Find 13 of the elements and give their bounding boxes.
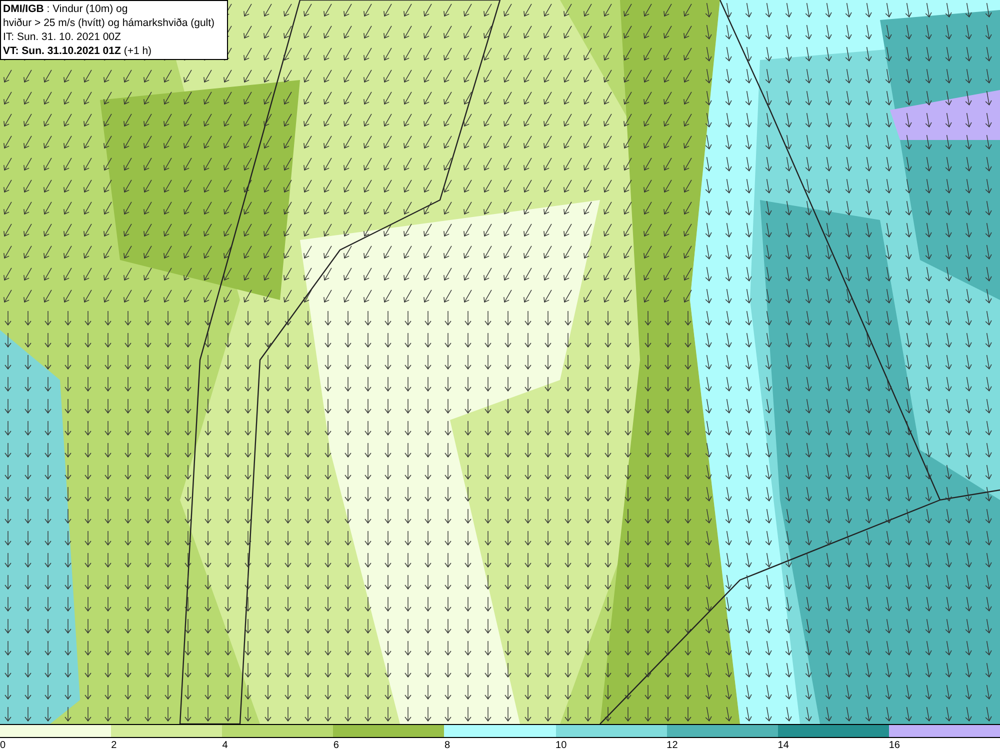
legend-tick-label: 6 — [333, 739, 339, 753]
legend-tick-label: 14 — [778, 739, 789, 753]
legend-tick-label: 16 — [888, 739, 900, 753]
legend-tick-label: 4 — [222, 739, 228, 753]
legend-tick-label: 10 — [556, 739, 567, 753]
title-line: DMI/IGB : Vindur (10m) og — [3, 2, 129, 16]
legend-tick-label: 8 — [444, 739, 450, 753]
legend-tick-label: 2 — [111, 739, 117, 753]
legend-tick-label: 12 — [666, 739, 678, 753]
title-line: IT: Sun. 31. 10. 2021 00Z — [3, 30, 122, 44]
title-line: VT: Sun. 31.10.2021 01Z (+1 h) — [3, 44, 153, 58]
title-line: hviður > 25 m/s (hvítt) og hámarkshviða (gult) — [3, 16, 216, 30]
legend-tick-label: 0 — [0, 739, 6, 753]
